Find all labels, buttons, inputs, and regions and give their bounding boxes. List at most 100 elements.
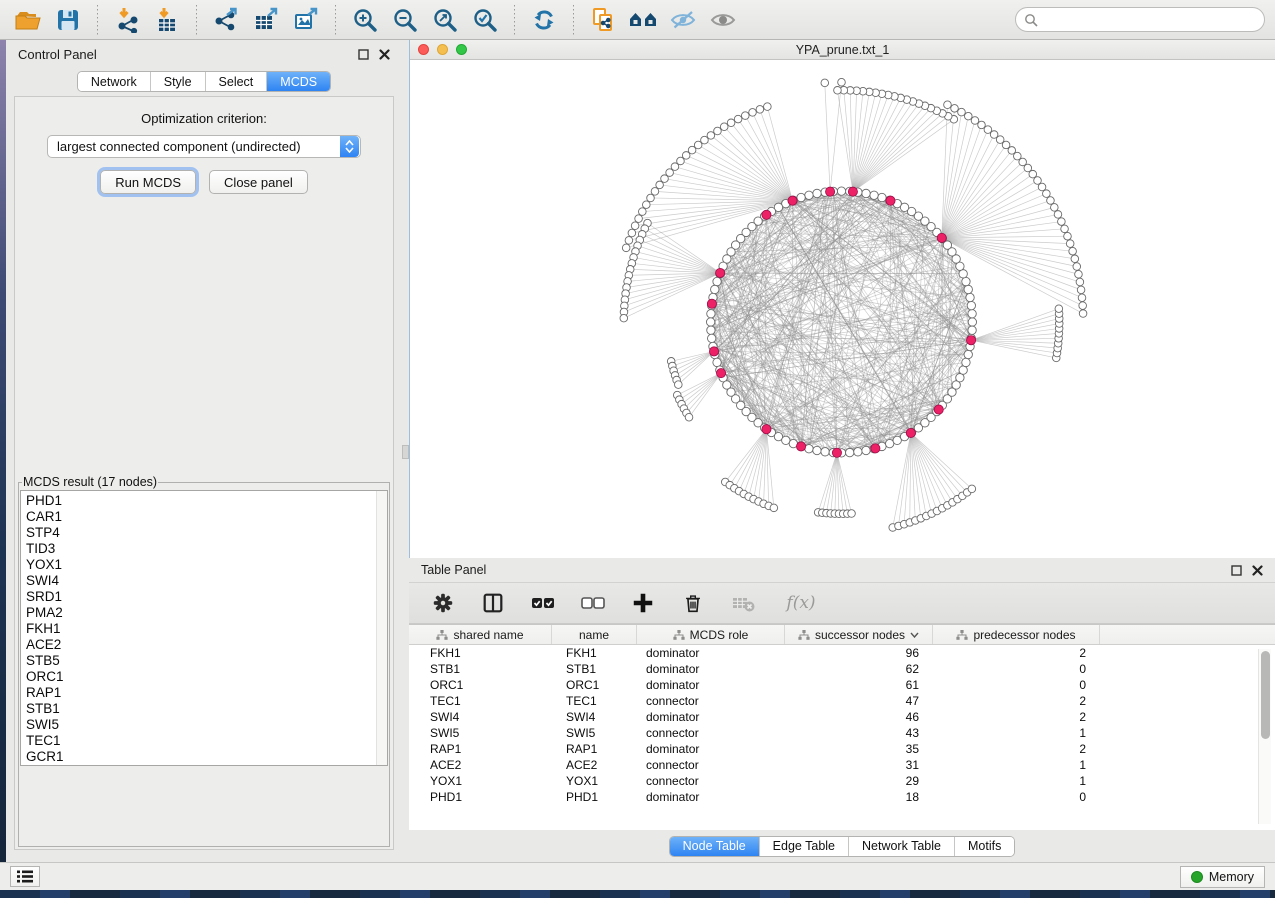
dominator-node[interactable] <box>871 444 880 453</box>
network-node[interactable] <box>675 381 683 389</box>
network-node[interactable] <box>1069 247 1077 255</box>
network-node[interactable] <box>1064 232 1072 240</box>
dominator-node[interactable] <box>709 347 718 356</box>
mcds-result-item[interactable]: CAR1 <box>26 509 387 525</box>
network-node[interactable] <box>821 79 829 87</box>
network-node[interactable] <box>962 358 970 366</box>
dominator-node[interactable] <box>848 187 857 196</box>
select-all-button[interactable] <box>529 589 557 617</box>
tab-edge-table[interactable]: Edge Table <box>760 837 849 856</box>
column-header-name[interactable]: name <box>552 625 637 644</box>
network-node[interactable] <box>837 187 845 195</box>
save-session-button[interactable] <box>50 4 86 36</box>
mcds-result-list[interactable]: PHD1CAR1STP4TID3YOX1SWI4SRD1PMA2FKH1ACE2… <box>20 490 388 766</box>
network-canvas-svg[interactable] <box>410 60 1275 557</box>
network-node[interactable] <box>951 105 959 113</box>
network-node[interactable] <box>741 112 749 120</box>
network-node[interactable] <box>622 244 630 252</box>
mcds-result-item[interactable]: SWI4 <box>26 573 387 589</box>
network-node[interactable] <box>1075 270 1083 278</box>
zoom-fit-button[interactable] <box>427 4 463 36</box>
column-header-predecessor-nodes[interactable]: predecessor nodes <box>933 625 1100 644</box>
network-node[interactable] <box>984 126 992 134</box>
table-row[interactable]: STB1STB1dominator620 <box>409 661 1275 677</box>
tab-mcds[interactable]: MCDS <box>267 72 330 91</box>
network-node[interactable] <box>821 448 829 456</box>
network-node[interactable] <box>713 277 721 285</box>
network-node[interactable] <box>958 108 966 116</box>
result-list-scrollbar[interactable] <box>376 491 387 765</box>
function-builder-button[interactable]: f(x) <box>779 589 823 617</box>
hide-selected-button[interactable] <box>665 4 701 36</box>
table-row[interactable]: SWI5SWI5connector431 <box>409 725 1275 741</box>
mcds-result-item[interactable]: PHD1 <box>26 493 387 509</box>
network-node[interactable] <box>1047 197 1055 205</box>
dominator-node[interactable] <box>966 336 975 345</box>
open-session-button[interactable] <box>10 4 46 36</box>
dominator-node[interactable] <box>762 210 771 219</box>
network-node[interactable] <box>805 445 813 453</box>
network-node[interactable] <box>651 188 659 196</box>
mcds-result-item[interactable]: ORC1 <box>26 669 387 685</box>
mcds-result-item[interactable]: SWI5 <box>26 717 387 733</box>
network-node[interactable] <box>978 121 986 129</box>
table-row[interactable]: SWI4SWI4dominator462 <box>409 709 1275 725</box>
mcds-result-item[interactable]: FKH1 <box>26 621 387 637</box>
network-node[interactable] <box>813 446 821 454</box>
close-panel-button[interactable]: Close panel <box>209 170 308 194</box>
network-node[interactable] <box>620 314 628 322</box>
network-node[interactable] <box>707 310 715 318</box>
mcds-result-item[interactable]: ACE2 <box>26 637 387 653</box>
network-node[interactable] <box>1038 183 1046 191</box>
tab-motifs[interactable]: Motifs <box>955 837 1014 856</box>
network-node[interactable] <box>727 119 735 127</box>
add-column-button[interactable] <box>629 589 657 617</box>
tab-node-table[interactable]: Node Table <box>670 837 760 856</box>
network-node[interactable] <box>764 103 772 111</box>
dominator-node[interactable] <box>788 196 797 205</box>
mcds-result-item[interactable]: STP4 <box>26 525 387 541</box>
tab-select[interactable]: Select <box>206 72 268 91</box>
network-node[interactable] <box>964 112 972 120</box>
mcds-result-item[interactable]: STB5 <box>26 653 387 669</box>
network-node[interactable] <box>711 285 719 293</box>
network-node[interactable] <box>838 78 846 86</box>
tab-network-table[interactable]: Network Table <box>849 837 955 856</box>
network-window-titlebar[interactable]: YPA_prune.txt_1 <box>410 40 1275 60</box>
close-icon[interactable] <box>1252 565 1263 576</box>
mcds-result-item[interactable]: TEC1 <box>26 733 387 749</box>
mcds-result-item[interactable]: GCR1 <box>26 749 387 765</box>
network-node[interactable] <box>1077 286 1085 294</box>
network-node[interactable] <box>1043 190 1051 198</box>
network-node[interactable] <box>1054 211 1062 219</box>
network-node[interactable] <box>971 117 979 125</box>
network-node[interactable] <box>813 189 821 197</box>
network-node[interactable] <box>862 446 870 454</box>
network-node[interactable] <box>966 293 974 301</box>
network-node[interactable] <box>707 132 715 140</box>
network-node[interactable] <box>862 189 870 197</box>
network-node[interactable] <box>805 191 813 199</box>
network-node[interactable] <box>1058 218 1066 226</box>
mcds-result-item[interactable]: PMA2 <box>26 605 387 621</box>
network-node[interactable] <box>625 237 633 245</box>
network-node[interactable] <box>628 229 636 237</box>
tab-style[interactable]: Style <box>151 72 206 91</box>
network-node[interactable] <box>647 194 655 202</box>
dominator-node[interactable] <box>934 405 943 414</box>
delete-table-button[interactable] <box>729 589 757 617</box>
clone-network-button[interactable] <box>585 4 621 36</box>
search-input[interactable] <box>1038 13 1256 27</box>
network-node[interactable] <box>734 115 742 123</box>
network-node[interactable] <box>1071 255 1079 263</box>
network-node[interactable] <box>713 358 721 366</box>
network-node[interactable] <box>756 106 764 114</box>
show-all-button[interactable] <box>705 4 741 36</box>
table-row[interactable]: ACE2ACE2connector311 <box>409 757 1275 773</box>
refresh-layout-button[interactable] <box>526 4 562 36</box>
close-icon[interactable] <box>379 49 390 60</box>
table-row[interactable]: ORC1ORC1dominator610 <box>409 677 1275 693</box>
network-node[interactable] <box>968 310 976 318</box>
network-node[interactable] <box>1066 240 1074 248</box>
network-node[interactable] <box>714 127 722 135</box>
